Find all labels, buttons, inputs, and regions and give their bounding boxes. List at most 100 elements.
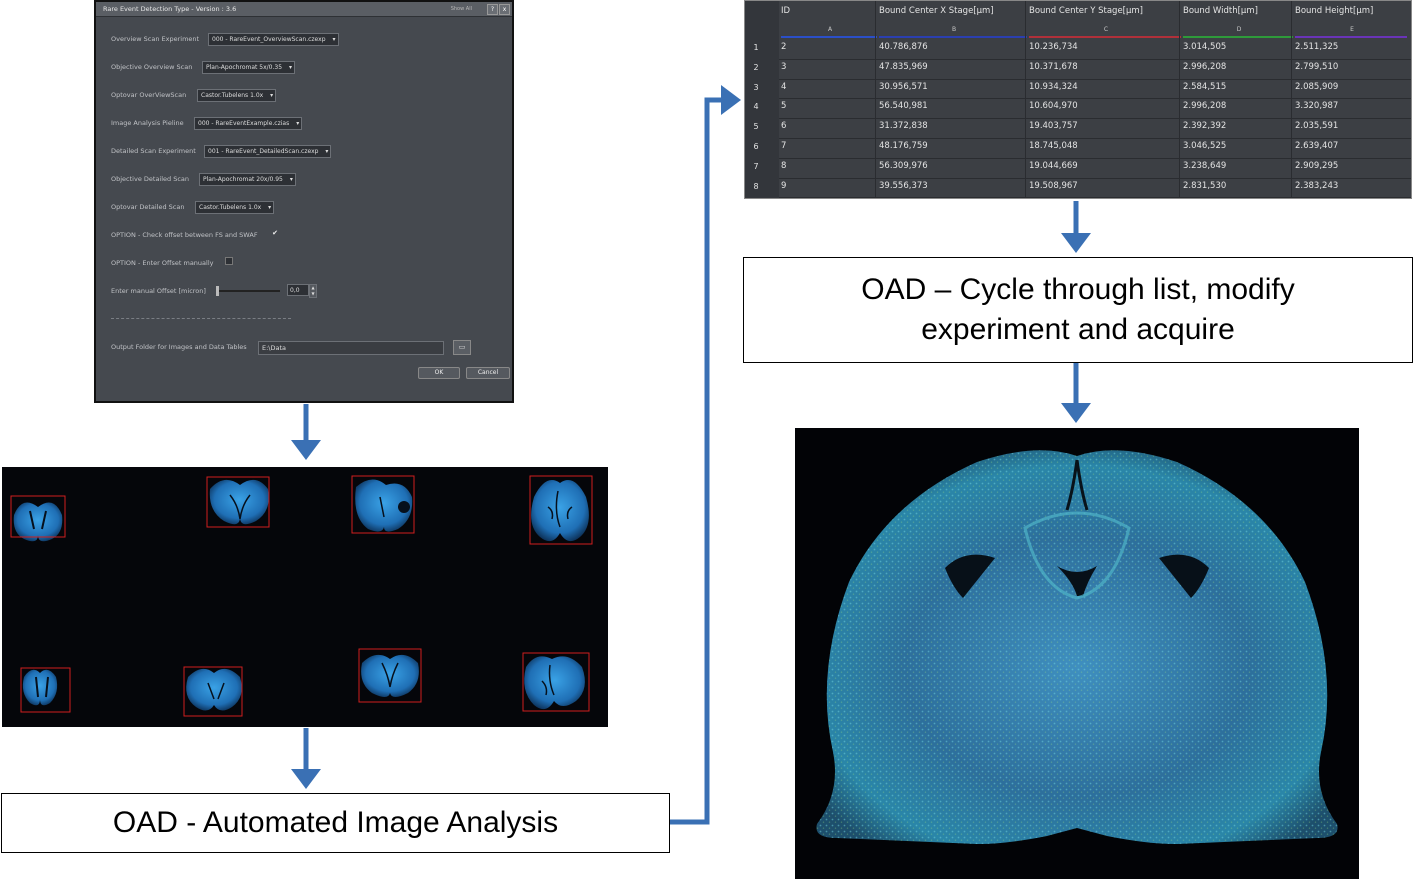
table-cell: 3.320,987 [1295, 101, 1339, 112]
column-header[interactable]: ID [781, 6, 790, 16]
table-cell: 2.639,407 [1295, 141, 1339, 151]
detected-section-1 [10, 495, 66, 542]
optovar-overview-select[interactable]: Castor.Tubelens 1.0x ▾ [197, 89, 277, 102]
optovar-detailed-select[interactable]: Castor.Tubelens 1.0x ▾ [195, 201, 275, 214]
table-cell: 18.745,048 [1029, 141, 1078, 151]
column-letter: C [1103, 26, 1109, 33]
column-header[interactable]: Bound Height[µm] [1295, 6, 1373, 16]
cycle-acquire-line-2: experiment and acquire [921, 313, 1235, 346]
table-cell: 2.383,243 [1295, 180, 1339, 191]
optovar-detailed-label: Optovar Detailed Scan [111, 203, 185, 211]
table-cell: 6 [781, 121, 787, 132]
detected-section-6 [183, 666, 243, 717]
help-button[interactable]: ? [487, 4, 498, 15]
column-letter: A [827, 26, 833, 33]
column-color-bar [1183, 36, 1293, 38]
optovar-overview-value: Castor.Tubelens 1.0x [201, 92, 264, 99]
folder-icon: ▭ [458, 343, 466, 351]
table-cell: 2.799,510 [1295, 61, 1339, 72]
table-cell: 39.556,373 [879, 180, 928, 191]
column-color-bar [879, 36, 1027, 38]
close-button[interactable]: x [499, 4, 510, 15]
cycle-acquire-box: OAD – Cycle through list, modify experim… [743, 257, 1413, 363]
offset-value-input[interactable]: 0,0 [287, 284, 309, 296]
table-cell: 2.085,909 [1295, 81, 1339, 92]
dialog-title: Rare Event Detection Type - Version : 3.… [103, 5, 237, 13]
row-number: 1 [753, 43, 759, 52]
table-cell: 48.176,759 [879, 141, 928, 151]
objective-detailed-label: Objective Detailed Scan [111, 175, 190, 183]
column-divider [1025, 1, 1026, 198]
overview-scan-image [2, 467, 608, 727]
offset-slider[interactable] [216, 286, 280, 296]
table-cell: 40.786,876 [879, 42, 928, 52]
offset-spinner[interactable]: ▲ ▼ [309, 284, 317, 298]
table-cell: 5 [781, 101, 787, 112]
optovar-overview-label: Optovar OverViewScan [111, 91, 187, 99]
column-color-bar [1029, 36, 1181, 38]
overview-scan-select[interactable]: 000 - RareEvent_OverviewScan.czexp ▾ [208, 33, 339, 46]
detailed-scan-value: 001 - RareEvent_DetailedScan.czexp [208, 148, 319, 155]
detailed-scan-label: Detailed Scan Experiment [111, 147, 196, 155]
cycle-acquire-line-1: OAD – Cycle through list, modify [861, 273, 1295, 306]
row-number: 4 [753, 102, 759, 112]
output-folder-label: Output Folder for Images and Data Tables [111, 343, 247, 351]
table-cell: 2.909,295 [1295, 160, 1339, 171]
ok-button[interactable]: OK [418, 367, 460, 379]
rare-event-dialog: Rare Event Detection Type - Version : 3.… [94, 0, 514, 403]
table-grid: ID Bound Center X Stage[µm] Bound Center Y… [745, 1, 1411, 199]
show-all-toggle[interactable]: Show All [451, 6, 472, 12]
offset-slider-thumb[interactable] [216, 286, 219, 296]
option-check-offset-checkbox[interactable]: ✔ [271, 229, 279, 237]
row-number: 7 [753, 161, 759, 171]
column-letter: B [951, 26, 957, 33]
table-cell: 47.835,969 [879, 61, 928, 72]
image-analysis-select[interactable]: 000 - RareEventExample.czias ▾ [194, 117, 303, 130]
image-analysis-value: 000 - RareEventExample.czias [198, 120, 290, 127]
folder-browse-button[interactable]: ▭ [453, 340, 471, 355]
column-letter: D [1236, 26, 1242, 33]
row-number: 8 [753, 181, 759, 191]
table-cell: 10.934,324 [1029, 81, 1078, 92]
chevron-down-icon: ▾ [332, 36, 336, 43]
objective-overview-select[interactable]: Plan-Apochromat 5x/0.35 ▾ [202, 61, 296, 74]
table-cell: 7 [781, 141, 787, 151]
output-folder-input[interactable]: E:\Data [258, 341, 444, 355]
chevron-down-icon: ▾ [270, 92, 274, 99]
detected-section-3 [351, 475, 415, 534]
row-number: 3 [753, 82, 759, 92]
table-cell: 3 [781, 61, 787, 72]
option-check-offset-label: OPTION - Check offset between FS and SWA… [111, 231, 258, 239]
column-header[interactable]: Bound Center Y Stage[µm] [1029, 6, 1143, 16]
overview-scan-value: 000 - RareEvent_OverviewScan.czexp [212, 36, 326, 43]
column-header[interactable]: Bound Center X Stage[µm] [879, 6, 994, 16]
overview-scan-label: Overview Scan Experiment [111, 35, 200, 43]
column-color-bar [781, 36, 877, 38]
column-header[interactable]: Bound Width[µm] [1183, 6, 1258, 16]
chevron-down-icon: ▾ [289, 176, 293, 183]
objective-detailed-select[interactable]: Plan-Apochromat 20x/0.95 ▾ [199, 173, 296, 186]
detected-section-5 [20, 667, 71, 713]
table-cell: 2.831,530 [1183, 180, 1227, 191]
column-divider [875, 1, 876, 198]
cancel-button[interactable]: Cancel [466, 367, 510, 379]
arrow-analysis-to-table [670, 85, 741, 825]
dialog-divider [111, 318, 291, 319]
optovar-detailed-value: Castor.Tubelens 1.0x [199, 204, 262, 211]
table-cell: 30.956,571 [879, 81, 928, 92]
table-cell: 2.996,208 [1183, 61, 1227, 72]
row-divider [779, 197, 1411, 199]
table-cell: 10.371,678 [1029, 61, 1078, 72]
chevron-down-icon: ▾ [296, 120, 300, 127]
chevron-down-icon: ▾ [289, 64, 293, 71]
table-cell: 8 [781, 160, 787, 171]
results-table: ID Bound Center X Stage[µm] Bound Center Y… [744, 0, 1412, 199]
row-number: 5 [753, 122, 759, 132]
objective-detailed-value: Plan-Apochromat 20x/0.95 [203, 176, 283, 183]
table-cell: 10.604,970 [1029, 101, 1078, 112]
row-number: 2 [753, 62, 759, 72]
chevron-down-icon: ▾ [268, 204, 272, 211]
column-color-bar [1295, 36, 1407, 38]
detailed-scan-select[interactable]: 001 - RareEvent_DetailedScan.czexp ▾ [204, 145, 332, 158]
option-manual-offset-checkbox[interactable] [225, 257, 233, 265]
